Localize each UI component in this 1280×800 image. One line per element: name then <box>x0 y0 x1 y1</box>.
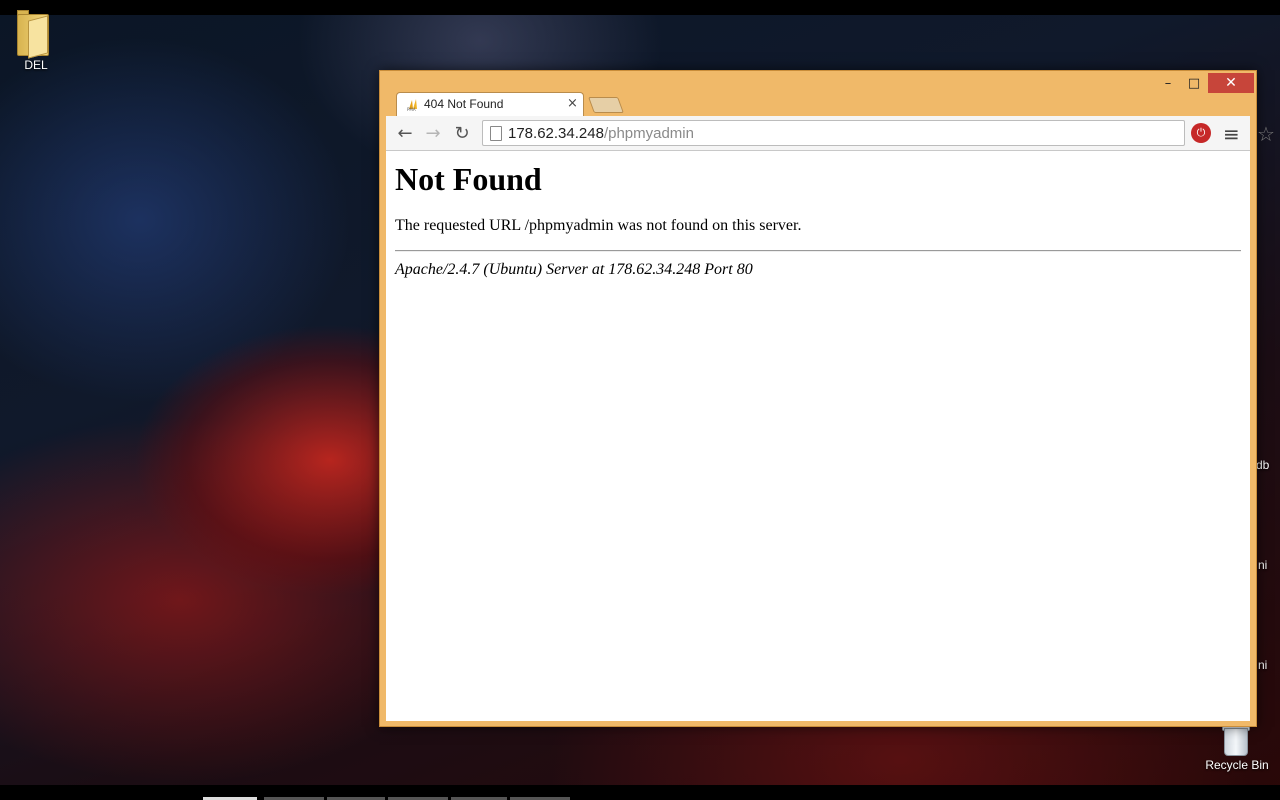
desktop-icon-label-fragment: db <box>1256 458 1270 472</box>
tab-404-not-found[interactable]: PMA 404 Not Found × <box>396 92 584 116</box>
taskbar-strip <box>0 785 1280 800</box>
minimize-button[interactable]: – <box>1156 73 1180 93</box>
reload-icon[interactable]: ↻ <box>451 122 473 144</box>
page-icon <box>490 126 502 141</box>
divider <box>395 250 1241 252</box>
maximize-button[interactable]: □ <box>1182 73 1206 93</box>
del-folder-label[interactable]: DEL <box>16 58 56 72</box>
browser-toolbar: ← → ↻ 178.62.34.248/phpmyadmin ☆ ⏻ ≡ <box>386 116 1275 151</box>
url-path: /phpmyadmin <box>603 125 694 142</box>
error-message: The requested URL /phpmyadmin was not fo… <box>395 217 802 234</box>
desktop-icon-label-fragment: ni <box>1258 558 1268 572</box>
del-folder-icon[interactable] <box>14 8 62 59</box>
forward-arrow-icon[interactable]: → <box>422 122 444 144</box>
page-content: Not Found The requested URL /phpmyadmin … <box>386 151 1250 721</box>
page-heading: Not Found <box>395 161 542 197</box>
browser-menu-icon[interactable]: ≡ <box>1223 122 1240 146</box>
back-arrow-icon[interactable]: ← <box>394 122 416 144</box>
phpmyadmin-favicon-icon: PMA <box>407 99 417 111</box>
bookmark-star-icon[interactable]: ☆ <box>1257 122 1275 146</box>
close-window-button[interactable]: ✕ <box>1208 73 1254 93</box>
svg-text:PMA: PMA <box>407 107 416 111</box>
tab-close-icon[interactable]: × <box>567 96 578 111</box>
screen-top-bar <box>0 0 1280 15</box>
browser-window: – □ ✕ PMA 404 Not Found × ← → ↻ 178.62.3… <box>379 70 1275 727</box>
address-bar[interactable]: 178.62.34.248/phpmyadmin ☆ <box>482 120 1275 146</box>
extension-stop-icon[interactable]: ⏻ <box>1191 123 1211 143</box>
new-tab-button[interactable] <box>588 97 624 113</box>
tab-title: 404 Not Found <box>424 97 504 111</box>
recycle-bin-label[interactable]: Recycle Bin <box>1200 758 1274 772</box>
address-url: 178.62.34.248/phpmyadmin <box>508 125 694 142</box>
url-host: 178.62.34.248 <box>508 125 604 142</box>
server-signature: Apache/2.4.7 (Ubuntu) Server at 178.62.3… <box>395 261 753 278</box>
desktop-icon-label-fragment: ni <box>1258 658 1268 672</box>
